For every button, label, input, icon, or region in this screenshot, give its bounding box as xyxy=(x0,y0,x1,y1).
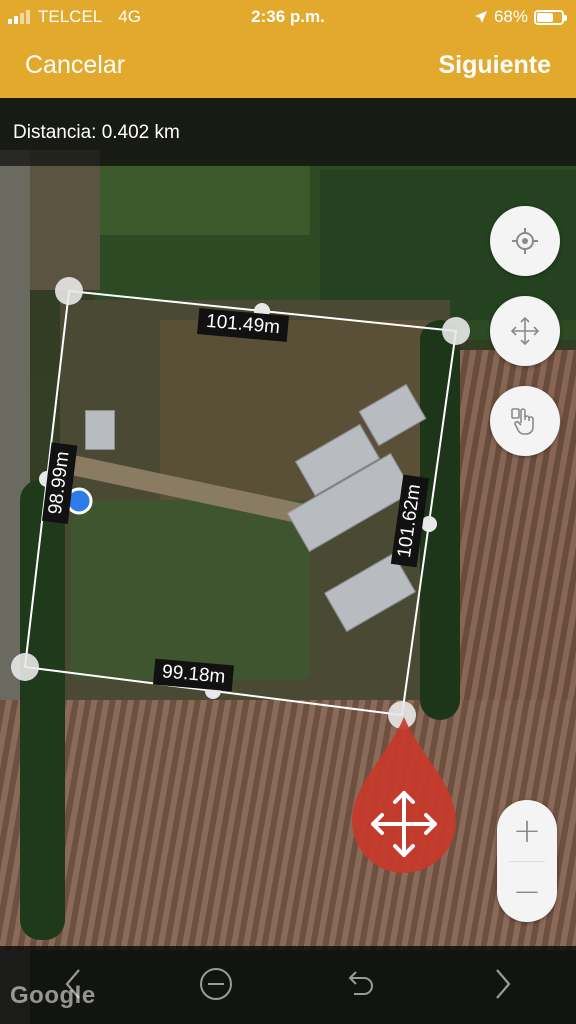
battery-percent: 68% xyxy=(493,7,528,26)
minus-circle-icon xyxy=(200,968,232,1000)
touch-mode-button[interactable] xyxy=(490,386,560,456)
status-right: 68% xyxy=(474,7,567,27)
chevron-right-icon xyxy=(496,969,511,999)
locate-button[interactable] xyxy=(490,206,560,276)
navigation-bar: Cancelar Siguiente xyxy=(0,34,576,98)
location-arrow-icon xyxy=(474,11,487,23)
pan-mode-button[interactable] xyxy=(490,296,560,366)
cancel-button[interactable]: Cancelar xyxy=(25,51,125,80)
battery-tip xyxy=(564,14,567,21)
crosshair-icon xyxy=(512,228,538,254)
next-button[interactable]: Siguiente xyxy=(438,51,551,80)
move-arrows-icon xyxy=(510,316,540,346)
remove-point-button[interactable] xyxy=(194,964,238,1004)
zoom-control: + − xyxy=(497,800,557,922)
distance-banner: Distancia: 0.402 km xyxy=(0,98,576,166)
battery-fill xyxy=(537,12,554,22)
battery-icon xyxy=(534,9,567,25)
zoom-out-button[interactable]: − xyxy=(497,861,557,922)
undo-button[interactable] xyxy=(338,964,382,1004)
next-point-button[interactable] xyxy=(481,964,525,1004)
distance-readout: Distancia: 0.402 km xyxy=(13,122,180,143)
hand-pointer-icon xyxy=(511,408,534,435)
vertex-handle[interactable] xyxy=(442,317,470,345)
vertex-handle[interactable] xyxy=(55,277,83,305)
zoom-in-button[interactable]: + xyxy=(497,800,557,861)
undo-icon xyxy=(348,971,373,995)
google-attribution: Google xyxy=(10,982,96,1009)
status-bar: TELCEL 4G 2:36 p.m. 68% xyxy=(0,0,576,34)
vertex-handle[interactable] xyxy=(11,653,39,681)
drag-vertex-pin[interactable] xyxy=(350,715,458,875)
